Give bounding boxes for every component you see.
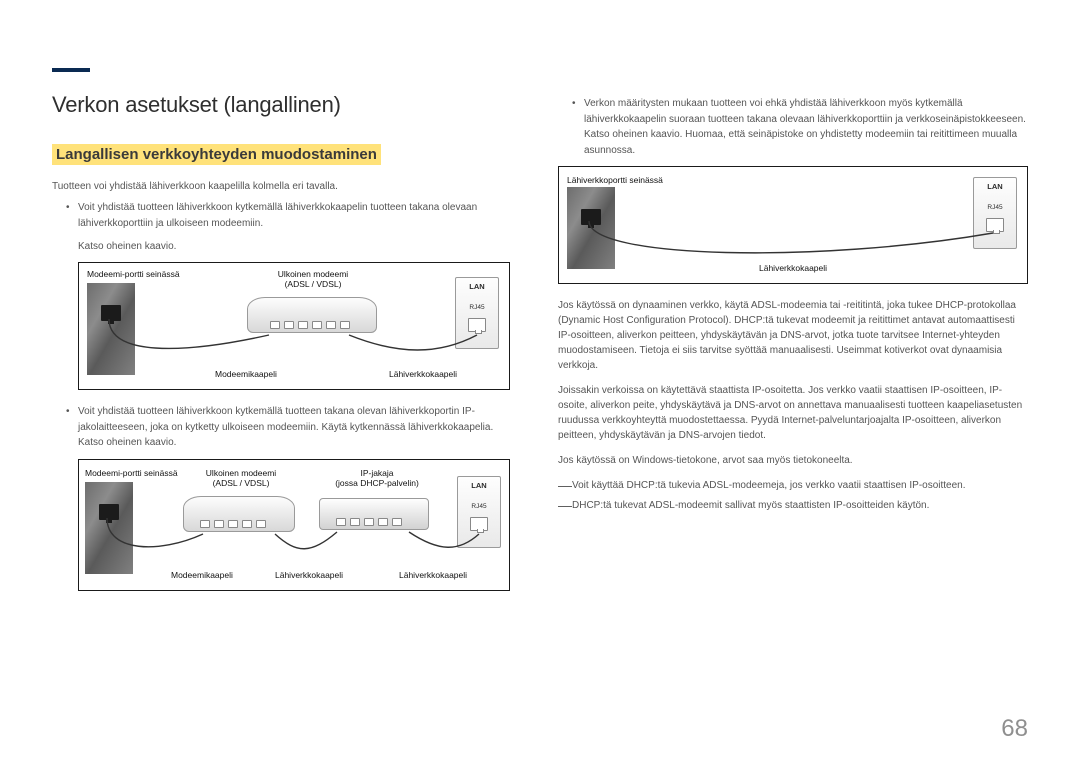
rj45-port-icon [468, 318, 486, 332]
footnote-2: ― DHCP:tä tukevat ADSL-modeemit sallivat… [558, 498, 1028, 513]
wall-port-label: Modeemi-portti seinässä [87, 269, 180, 279]
paragraph-windows: Jos käytössä on Windows-tietokone, arvot… [558, 453, 1028, 468]
see-diagram-note: Katso oheinen kaavio. [52, 239, 514, 254]
modem-ports [200, 520, 266, 528]
wall-port-icon [99, 504, 119, 520]
right-column: Verkon määritysten mukaan tuotteen voi e… [558, 92, 1028, 605]
bullet-item-3: Verkon määritysten mukaan tuotteen voi e… [574, 96, 1028, 158]
lan-cable-label: Lähiverkkokaapeli [389, 369, 457, 379]
bullet-list: Voit yhdistää tuotteen lähiverkkoon kytk… [52, 404, 514, 451]
panel-lan-label: LAN [458, 481, 500, 490]
modem-label-line2: (ADSL / VDSL) [285, 279, 342, 289]
two-column-layout: Verkon asetukset (langallinen) Langallis… [52, 92, 1028, 605]
external-modem [183, 496, 295, 532]
bullet-list: Voit yhdistää tuotteen lähiverkkoon kytk… [52, 200, 514, 231]
device-lan-panel: LAN RJ45 [457, 476, 501, 548]
lan-cable-label-1: Lähiverkkokaapeli [275, 570, 343, 580]
modem-label-line1: Ulkoinen modeemi [278, 269, 348, 279]
panel-rj-label: RJ45 [456, 304, 498, 311]
panel-rj-label: RJ45 [458, 503, 500, 510]
wall-port-icon [581, 209, 601, 225]
paragraph-static-ip: Joissakin verkoissa on käytettävä staatt… [558, 383, 1028, 443]
page-number: 68 [1001, 715, 1028, 743]
paragraph-dhcp: Jos käytössä on dynaaminen verkko, käytä… [558, 298, 1028, 373]
bullet-item-2: Voit yhdistää tuotteen lähiverkkoon kytk… [68, 404, 514, 451]
dash-icon: ― [558, 478, 572, 492]
panel-rj-label: RJ45 [974, 204, 1016, 211]
diagram-2: Modeemi-portti seinässä Ulkoinen modeemi… [78, 459, 510, 591]
ip-router [319, 498, 429, 530]
wall-port-label: Modeemi-portti seinässä [85, 468, 178, 478]
router-ports [336, 518, 402, 526]
footnote-1-text: Voit käyttää DHCP:tä tukevia ADSL-modeem… [572, 480, 966, 491]
wall [567, 187, 615, 269]
wall [85, 482, 133, 574]
dash-icon: ― [558, 498, 572, 512]
left-column: Verkon asetukset (langallinen) Langallis… [52, 92, 514, 605]
bullet-list: Verkon määritysten mukaan tuotteen voi e… [558, 96, 1028, 158]
section-subtitle: Langallisen verkkoyhteyden muodostaminen [52, 144, 381, 165]
footnote-1: ― Voit käyttää DHCP:tä tukevia ADSL-mode… [558, 478, 1028, 493]
wall [87, 283, 135, 375]
wall-port-icon [101, 305, 121, 321]
rj45-port-icon [470, 517, 488, 531]
rj45-port-icon [986, 218, 1004, 232]
bullet-item-1: Voit yhdistää tuotteen lähiverkkoon kytk… [68, 200, 514, 231]
device-lan-panel: LAN RJ45 [455, 277, 499, 349]
page-title: Verkon asetukset (langallinen) [52, 92, 514, 118]
lan-cable-label: Lähiverkkokaapeli [759, 263, 827, 273]
external-modem [247, 297, 377, 333]
modem-cable-label: Modeemikaapeli [171, 570, 233, 580]
router-label-line1: IP-jakaja [360, 468, 393, 478]
footnote-2-text: DHCP:tä tukevat ADSL-modeemit sallivat m… [572, 500, 929, 511]
header-accent-bar [52, 68, 90, 72]
panel-lan-label: LAN [974, 182, 1016, 191]
modem-label-line1: Ulkoinen modeemi [206, 468, 276, 478]
device-lan-panel: LAN RJ45 [973, 177, 1017, 249]
modem-label-line2: (ADSL / VDSL) [213, 478, 270, 488]
panel-lan-label: LAN [456, 282, 498, 291]
wall-lan-port-label: Lähiverkkoportti seinässä [567, 175, 663, 185]
modem-ports [270, 321, 350, 329]
modem-cable-label: Modeemikaapeli [215, 369, 277, 379]
intro-paragraph: Tuotteen voi yhdistää lähiverkkoon kaape… [52, 179, 514, 194]
router-label-line2: (jossa DHCP-palvelin) [335, 478, 419, 488]
lan-cable-label-2: Lähiverkkokaapeli [399, 570, 467, 580]
diagram-1: Modeemi-portti seinässä Ulkoinen modeemi… [78, 262, 510, 390]
diagram-3: Lähiverkkoportti seinässä LAN RJ45 Lähiv… [558, 166, 1028, 284]
